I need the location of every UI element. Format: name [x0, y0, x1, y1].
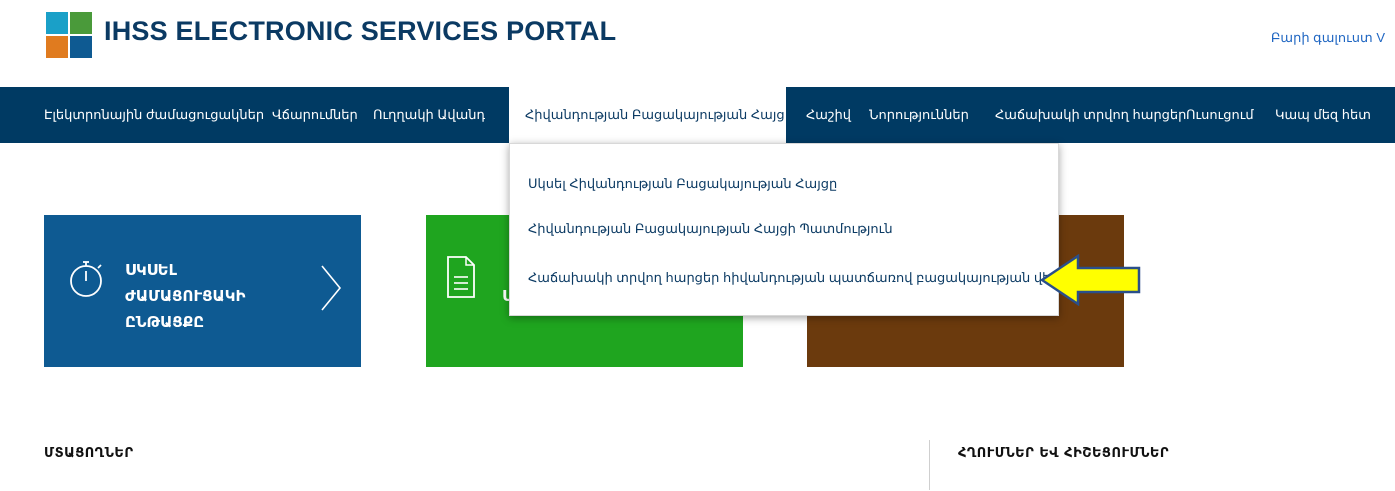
yellow-pointer-arrow-icon: [1040, 254, 1141, 306]
portal-title: IHSS ELECTRONIC SERVICES PORTAL: [104, 16, 617, 46]
dropdown-sick-leave-faq[interactable]: Հաճախակի տրվող հարցեր հիվանդության պատճա…: [528, 270, 1116, 286]
nav-account[interactable]: Հաշիվ: [806, 87, 851, 143]
nav-news[interactable]: Նորություններ: [869, 87, 969, 143]
nav-payments[interactable]: Վճարումներ: [272, 87, 358, 143]
links-heading: ՄՏԱՑՈՂՆԵՐ: [44, 446, 134, 461]
dropdown-claim-history[interactable]: Հիվանդության Բացակայության Հայցի Պատմութ…: [528, 221, 893, 237]
main-nav: Էլեկտրոնային ժամացուցակներ Վճարումներ Ու…: [0, 87, 1395, 143]
start-timesheet-tile[interactable]: ՍԿՍԵԼ ԺԱՄԱՑՈՒՑԱԿԻ ԸՆԹԱՑՔԸ: [44, 215, 361, 367]
document-icon: [447, 256, 475, 298]
nav-sick-leave-claim[interactable]: Հիվանդության Բացակայության Հայց: [509, 87, 786, 143]
nav-faq[interactable]: Հաճախակի տրվող հարցեր: [995, 87, 1186, 143]
announcements-heading: ՀՂՈՒՄՆԵՐ ԵՎ ՀԻՇԵՑՈՒՄՆԵՐ: [958, 446, 1170, 461]
section-divider: [929, 440, 930, 490]
chevron-right-icon: [321, 265, 342, 311]
start-timesheet-label: ՍԿՍԵԼ ԺԱՄԱՑՈՒՑԱԿԻ ԸՆԹԱՑՔԸ: [125, 261, 246, 331]
sick-leave-dropdown-menu: Սկսել Հիվանդության Բացակայության Հայցը Հ…: [509, 143, 1116, 316]
nav-direct-deposit[interactable]: Ուղղակի Ավանդ: [373, 87, 485, 143]
nav-training[interactable]: Ուսուցում: [1186, 87, 1254, 143]
nav-contact-us[interactable]: Կապ մեզ հետ: [1275, 87, 1371, 143]
ihss-logo: [46, 12, 94, 60]
dropdown-start-claim[interactable]: Սկսել Հիվանդության Բացակայության Հայցը: [528, 176, 837, 192]
nav-timesheets[interactable]: Էլեկտրոնային ժամացուցակներ: [44, 87, 264, 143]
stopwatch-icon: [70, 261, 102, 297]
welcome-user-link[interactable]: Բարի գալուստ V: [1271, 30, 1385, 46]
